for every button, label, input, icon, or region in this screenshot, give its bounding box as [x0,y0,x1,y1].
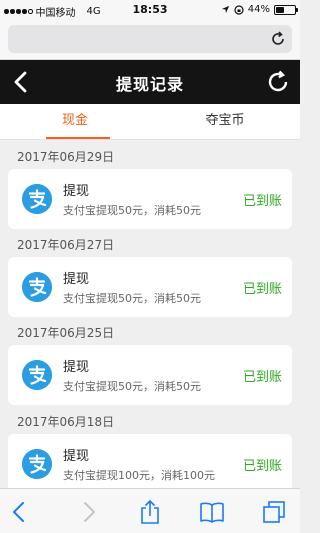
tab-treasure-coins[interactable]: 夺宝币 [150,104,300,140]
browser-address-area [0,20,300,60]
browser-forward-icon[interactable] [74,498,102,526]
record-detail: 支付宝提现50元，消耗50元 [63,204,201,217]
record-date: 2017年06月29日 [17,150,115,164]
reload-icon[interactable] [268,29,288,49]
page-title: 提现记录 [115,75,184,94]
record-status: 已到账 [242,370,282,385]
browser-toolbar [0,488,300,533]
rotation-lock-icon [234,4,244,15]
record-card[interactable]: 提现支付宝提现100元，消耗100元 已到账 [8,434,292,494]
record-title: 提现 [63,272,90,287]
record-title: 提现 [63,184,90,199]
record-card[interactable]: 提现支付宝提现50元，消耗50元 已到账 [8,169,292,229]
url-text [78,33,206,45]
address-bar[interactable] [8,25,292,53]
alipay-icon [22,360,52,390]
battery-percent: 44% [247,4,270,15]
record-status: 已到账 [242,282,282,297]
record-title: 提现 [63,449,90,464]
share-icon[interactable] [136,498,164,526]
alipay-icon [22,449,52,479]
refresh-icon[interactable] [264,68,292,96]
tabs-icon[interactable] [260,498,288,526]
record-detail: 支付宝提现100元，消耗100元 [63,469,215,482]
record-date: 2017年06月18日 [17,415,115,429]
tab-cash[interactable]: 现金 [0,104,150,140]
record-date: 2017年06月27日 [17,238,115,252]
active-tab-indicator [46,137,110,139]
battery-icon [274,4,298,15]
battery-fill [276,6,284,13]
status-bar: 中国移动 4G 18:53 44% [0,0,300,20]
record-detail: 支付宝提现50元，消耗50元 [63,380,201,393]
record-date: 2017年06月25日 [17,326,115,340]
record-detail: 支付宝提现50元，消耗50元 [63,292,201,305]
record-card[interactable]: 提现支付宝提现50元，消耗50元 已到账 [8,345,292,405]
alipay-icon [22,272,52,302]
record-title: 提现 [63,360,90,375]
alipay-icon [22,184,52,214]
browser-back-icon[interactable] [6,498,34,526]
bookmarks-icon[interactable] [198,498,226,526]
status-right: 44% [221,4,298,15]
record-card[interactable]: 提现支付宝提现50元，消耗50元 已到账 [8,257,292,317]
location-icon [221,5,229,14]
record-status: 已到账 [242,459,282,474]
app-nav-bar: 提现记录 [0,60,300,104]
tab-bar: 现金 夺宝币 [0,104,300,140]
record-status: 已到账 [242,194,282,209]
